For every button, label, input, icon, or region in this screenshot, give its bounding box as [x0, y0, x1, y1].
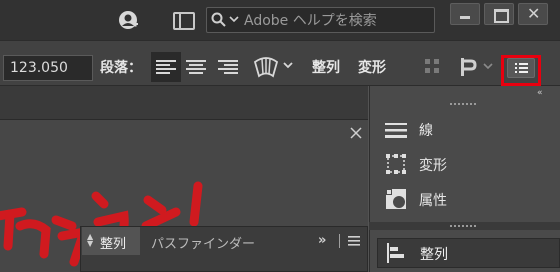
align-center-button[interactable] — [181, 52, 211, 82]
search-placeholder: Adobe ヘルプを検索 — [244, 13, 377, 29]
align-panel-link[interactable]: 整列 — [312, 57, 340, 77]
search-icon — [211, 12, 226, 27]
dock-collapse-icon[interactable]: « — [537, 88, 543, 98]
paragraph-direction-icon[interactable] — [459, 56, 477, 78]
transform-panel-link[interactable]: 変形 — [358, 57, 386, 77]
close-icon[interactable] — [349, 126, 363, 140]
document-tab-bar — [0, 86, 368, 120]
align-left-button[interactable] — [151, 52, 181, 82]
attributes-icon — [386, 189, 406, 209]
list-menu-icon — [515, 63, 528, 73]
paragraph-label: 段落： — [100, 60, 142, 76]
panel-expand-icon[interactable]: » — [318, 233, 326, 248]
user-account-icon[interactable] — [118, 10, 140, 32]
chevron-down-icon[interactable] — [229, 14, 239, 24]
dock-item-label: 整列 — [420, 247, 448, 263]
dock-item-align[interactable]: 整列 — [377, 238, 560, 268]
align-icon — [387, 243, 404, 263]
tab-pathfinder[interactable]: パスファインダー — [151, 233, 255, 252]
grid-align-icon — [425, 59, 439, 73]
dock-item-label: 属性 — [419, 193, 447, 209]
dock-item-label: 線 — [419, 123, 433, 139]
maximize-button[interactable] — [484, 3, 514, 25]
align-right-button[interactable] — [213, 52, 243, 82]
dock-item-stroke[interactable]: 線 — [383, 116, 553, 144]
tab-align-label[interactable]: 整列 — [100, 233, 126, 252]
warp-text-icon[interactable] — [253, 54, 279, 78]
dock-item-label: 変形 — [419, 158, 447, 174]
close-icon: ✕ — [527, 4, 541, 23]
font-size-input[interactable]: 123.050 — [3, 55, 93, 81]
panel-menu-button[interactable] — [507, 58, 535, 78]
transform-icon — [386, 154, 406, 174]
chevron-down-icon[interactable] — [483, 62, 493, 70]
divider — [339, 234, 340, 248]
drag-grip-icon[interactable] — [450, 224, 476, 228]
close-button[interactable]: ✕ — [518, 3, 548, 25]
dock-item-transform[interactable]: 変形 — [383, 151, 553, 179]
arrange-documents-icon[interactable] — [173, 12, 195, 30]
tab-collapse-arrows-icon[interactable]: ▲ ▼ — [87, 233, 93, 248]
hamburger-menu-icon[interactable] — [348, 235, 360, 247]
stroke-icon — [385, 123, 407, 138]
drag-grip-icon[interactable] — [450, 102, 476, 106]
minimize-button[interactable] — [450, 3, 480, 25]
chevron-down-icon[interactable] — [283, 61, 293, 69]
dock-item-attributes[interactable]: 属性 — [383, 186, 553, 214]
